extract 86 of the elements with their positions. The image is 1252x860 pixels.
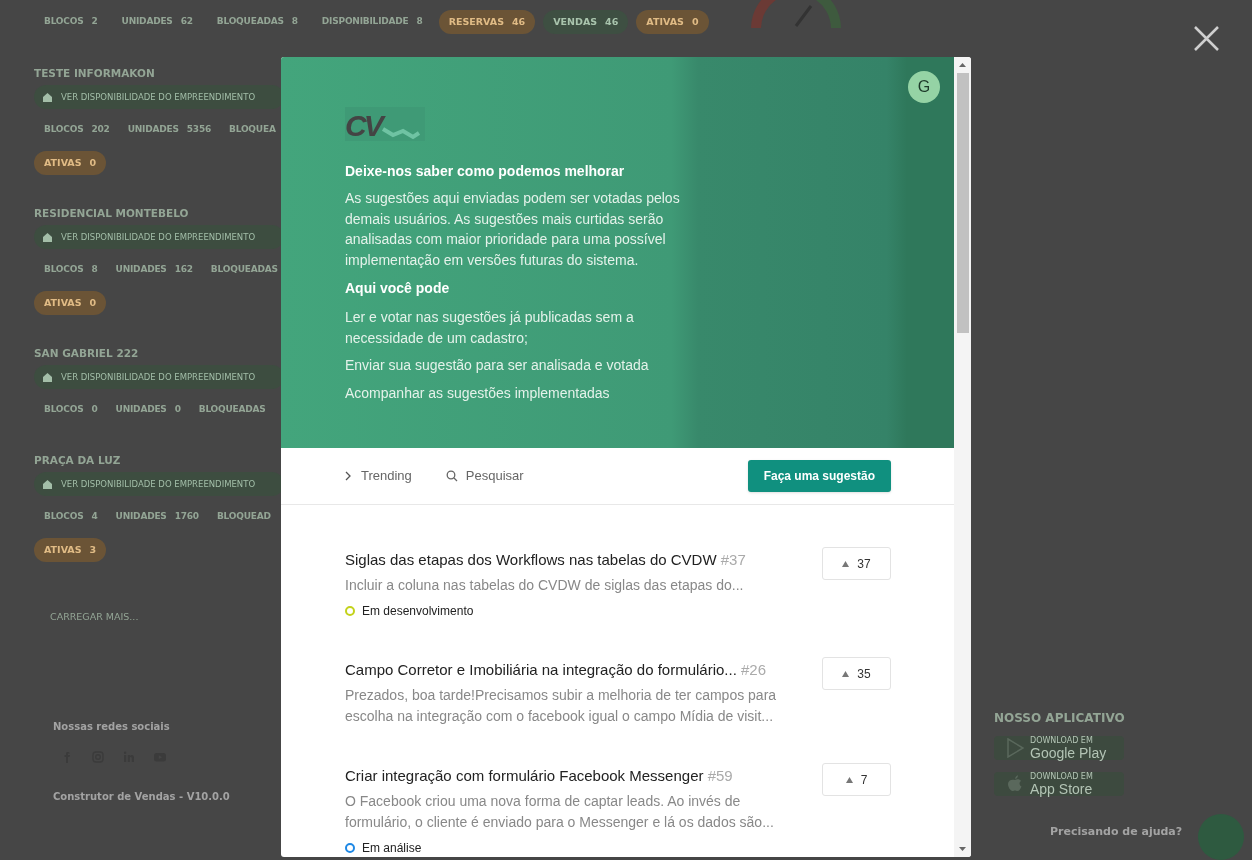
load-more-link[interactable]: CARREGAR MAIS... (50, 611, 139, 622)
stat-label: UNIDADES (115, 263, 167, 277)
stat-value: 8 (91, 263, 98, 277)
stat-label: BLOQUEADAS (198, 403, 266, 417)
dialog-heading: Deixe-nos saber como podemos melhorar (345, 162, 626, 180)
store-button[interactable]: DOWNLOAD EM Google Play (994, 736, 1124, 760)
play-icon (1006, 738, 1024, 758)
house-icon (42, 232, 53, 242)
stat-value: 8 (416, 15, 423, 29)
stat-value: 0 (174, 403, 181, 417)
stat-value: 1760 (174, 510, 199, 524)
stat-value: 202 (91, 123, 110, 137)
vote-button[interactable]: 7 (822, 763, 891, 796)
suggestion-title[interactable]: Campo Corretor e Imobiliária na integração do formulário... #26 (345, 659, 801, 681)
store-button[interactable]: DOWNLOAD EM App Store (994, 772, 1124, 796)
footer-heading: NOSSO APLICATIVO (994, 711, 1125, 725)
sort-menu[interactable]: Trending (345, 466, 412, 486)
house-icon (42, 479, 53, 489)
status-pill: VENDAS 46 (543, 10, 629, 34)
chat-button[interactable] (1198, 814, 1245, 860)
stat-value: 2 (91, 15, 98, 29)
project-title: SAN GABRIEL 222 (34, 346, 139, 360)
upvote-icon (842, 670, 850, 677)
intro-paragraph: As sugestões aqui enviadas podem ser votadas pelos demais usuários. As sugestões mais curtidas serão analisadas com maior prioridade para uma possível implementação em versões futuras do sistema. (345, 189, 681, 270)
project-title: PRAÇA DA LUZ (34, 453, 121, 467)
stat-label: BLOCOS (44, 510, 84, 524)
stat-value: 8 (291, 15, 298, 29)
stat-value: 4 (91, 510, 98, 524)
stat-value: 62 (180, 15, 193, 29)
stat-label: BLOCOS (44, 403, 84, 417)
stat-label: BLOCOS (44, 263, 84, 277)
list-text: Acompanhar as sugestões implementadas (345, 383, 611, 403)
availability-button[interactable]: VER DISPONIBILIDADE DO EMPREENDIMENTO (34, 365, 284, 389)
list-text: Ler e votar nas sugestões já publicadas sem a necessidade de um cadastro; (345, 308, 635, 348)
stat-label: BLOQUEAD (216, 510, 271, 524)
project-title: RESIDENCIAL MONTEBELO (34, 206, 189, 220)
stat-value: 0 (91, 403, 98, 417)
stat-label: BLOCOS (44, 123, 84, 137)
suggestion-description: Incluir a coluna nas tabelas do CVDW de siglas das etapas do... (345, 576, 745, 595)
status-pill: ATIVAS 0 (636, 10, 709, 34)
status-pill: ATIVAS 0 (34, 151, 107, 175)
suggest-button[interactable]: Faça uma sugestão (747, 460, 891, 492)
stat-label: UNIDADES (127, 123, 179, 137)
list-text: Enviar sua sugestão para ser analisada e votada (345, 356, 650, 375)
stat-label: DISPONIBILIDADE (321, 15, 409, 29)
stat-label: BLOQUEADAS (210, 263, 278, 277)
status-pill: RESERVAS 46 (438, 10, 536, 34)
help-text: Precisando de ajuda? (1050, 824, 1183, 840)
availability-button[interactable]: VER DISPONIBILIDADE DO EMPREENDIMENTO (34, 85, 284, 109)
chevron-right-icon (345, 471, 351, 481)
stat-label: BLOQUEA (229, 123, 276, 137)
section-heading: Aqui você pode (345, 279, 451, 297)
stat-label: BLOCOS (44, 15, 84, 29)
status-pill: ATIVAS 3 (34, 538, 107, 562)
scrollbar-thumb[interactable] (956, 73, 969, 333)
upvote-icon (842, 560, 850, 567)
status-label: Em análise (362, 840, 422, 857)
suggestion-description: Prezados, boa tarde!Precisamos subir a melhoria de ter campos para escolha na integração com o facebook igual o campo Mídia de visit... (345, 686, 778, 726)
suggestion-title[interactable]: Siglas das etapas dos Workflows nas tabelas do CVDW #37 (345, 549, 801, 571)
search-icon (445, 470, 458, 482)
stat-label: BLOQUEADAS (216, 15, 284, 29)
footer-heading: Nossas redes sociais (53, 720, 170, 734)
availability-button[interactable]: VER DISPONIBILIDADE DO EMPREENDIMENTO (34, 225, 284, 249)
stat-label: UNIDADES (121, 15, 173, 29)
version-text: Construtor de Vendas - V10.0.0 (53, 790, 230, 804)
status-label: Em desenvolvimento (362, 603, 474, 620)
status-pill: ATIVAS 0 (34, 291, 107, 315)
stat-label: UNIDADES (115, 510, 167, 524)
availability-button[interactable]: VER DISPONIBILIDADE DO EMPREENDIMENTO (34, 472, 284, 496)
suggestion-description: O Facebook criou uma nova forma de captar leads. Ao invés de formulário, o cliente é enviado para o Messenger e lá os dados são... (345, 792, 775, 832)
house-icon (42, 372, 53, 382)
avatar[interactable]: G (908, 71, 940, 103)
stat-label: UNIDADES (115, 403, 167, 417)
house-icon (42, 92, 53, 102)
search-field[interactable]: Pesquisar (465, 466, 556, 486)
close-icon[interactable] (1194, 26, 1219, 51)
apple-icon (1006, 774, 1024, 794)
stat-value: 5356 (186, 123, 212, 137)
logo: CV (345, 107, 425, 141)
suggestion-title[interactable]: Criar integração com formulário Facebook Messenger #59 (345, 765, 801, 787)
project-title: TESTE INFORMAKON (34, 66, 155, 80)
scrollbar[interactable] (954, 57, 971, 857)
vote-button[interactable]: 35 (822, 657, 891, 690)
upvote-icon (845, 776, 853, 783)
vote-button[interactable]: 37 (822, 547, 891, 580)
stat-value: 162 (174, 263, 193, 277)
